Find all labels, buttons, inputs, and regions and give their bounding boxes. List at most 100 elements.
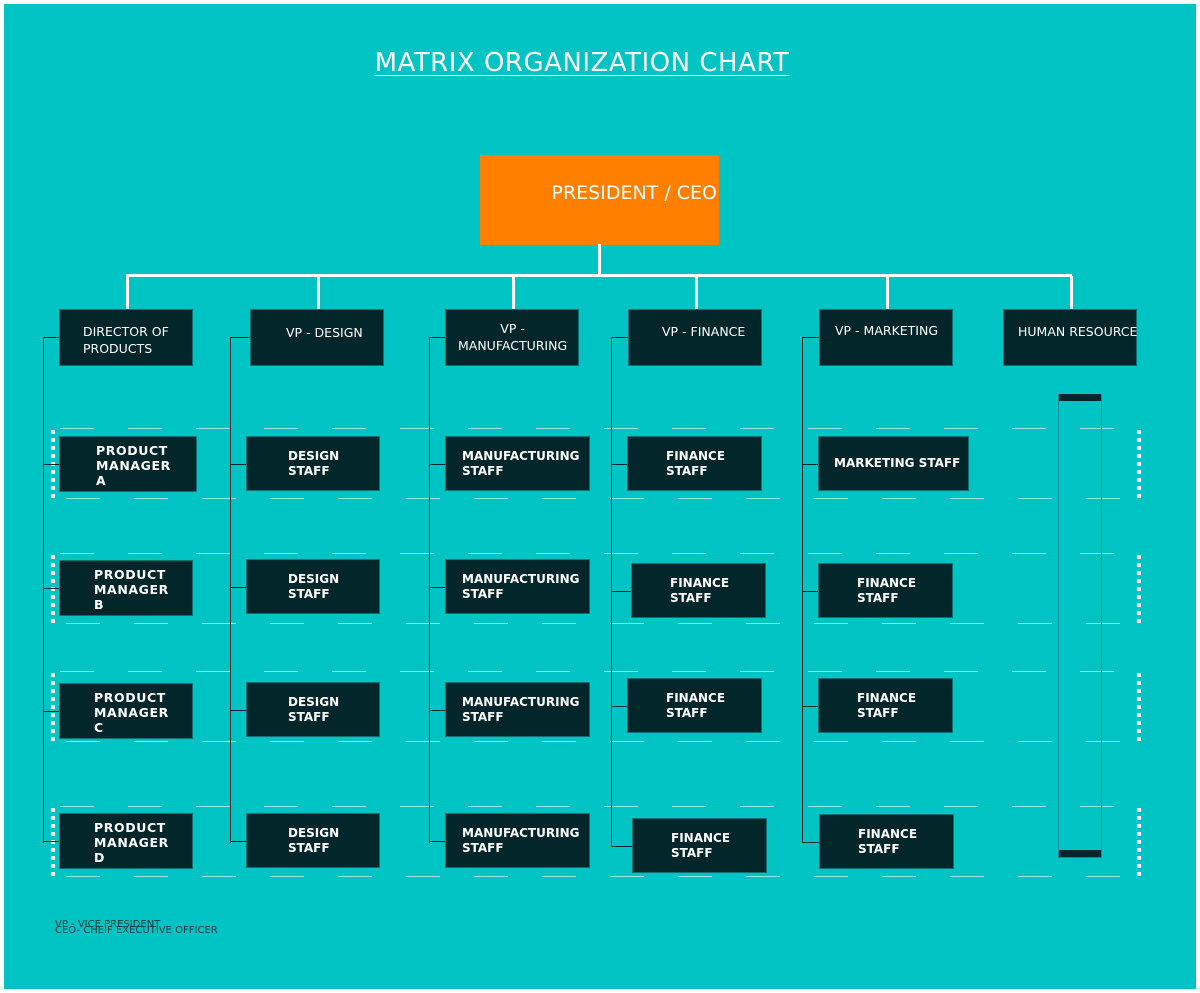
staff-box[interactable]: PRODUCT MANAGER D [59, 813, 193, 869]
dept-box[interactable]: VP - MARKETING [819, 309, 953, 366]
row-frame-right-dots [1137, 555, 1141, 623]
dept-box[interactable]: VP - DESIGN [250, 309, 384, 366]
staff-box[interactable]: FINANCE STAFF [632, 818, 767, 873]
staff-label: MANUFACTURING STAFF [462, 572, 580, 601]
spine-to-box [43, 588, 59, 589]
staff-box[interactable]: DESIGN STAFF [246, 682, 380, 737]
connector-dept-drop [512, 276, 515, 310]
spine-to-box [230, 587, 246, 588]
spine-to-box [611, 706, 627, 707]
staff-box[interactable]: FINANCE STAFF [627, 436, 762, 491]
staff-label: FINANCE STAFF [858, 827, 918, 856]
hr-container-top-cap [1059, 394, 1101, 401]
staff-box[interactable]: FINANCE STAFF [631, 563, 766, 618]
row-frame-bottom [66, 741, 1140, 742]
dept-box[interactable]: VP - FINANCE [628, 309, 762, 366]
staff-label: FINANCE STAFF [666, 449, 726, 478]
dept-label: VP - DESIGN [286, 325, 363, 340]
dept-box[interactable]: DIRECTOR OF PRODUCTS [59, 309, 193, 366]
staff-box[interactable]: FINANCE STAFF [818, 678, 953, 733]
chart-title: MATRIX ORGANIZATION CHART [374, 48, 790, 78]
ceo-label: PRESIDENT / CEO [551, 182, 718, 204]
connector-ceo-stem [598, 244, 601, 275]
staff-label: DESIGN STAFF [288, 826, 340, 855]
staff-label: PRODUCT MANAGER D [94, 820, 169, 865]
staff-box[interactable]: DESIGN STAFF [246, 559, 380, 614]
row-frame-top [60, 671, 1140, 672]
column-spine [43, 337, 44, 843]
staff-box[interactable]: MANUFACTURING STAFF [445, 436, 590, 491]
row-frame-right-dots [1137, 430, 1141, 498]
staff-label: PRODUCT MANAGER C [94, 690, 169, 735]
staff-box[interactable]: FINANCE STAFF [818, 563, 953, 618]
staff-box[interactable]: MARKETING STAFF [818, 436, 969, 491]
staff-label: MANUFACTURING STAFF [462, 826, 580, 855]
staff-label: PRODUCT MANAGER A [96, 443, 171, 488]
staff-box[interactable]: MANUFACTURING STAFF [445, 813, 590, 868]
staff-label: MANUFACTURING STAFF [462, 449, 580, 478]
staff-label: MANUFACTURING STAFF [462, 695, 580, 724]
dept-box[interactable]: HUMAN RESOURCE [1003, 309, 1137, 366]
staff-label: FINANCE STAFF [670, 576, 730, 605]
staff-box[interactable]: PRODUCT MANAGER B [59, 560, 193, 616]
spine-to-head [611, 337, 628, 338]
spine-to-box [429, 587, 445, 588]
spine-to-box [230, 841, 246, 842]
column-spine [429, 337, 430, 843]
row-frame-bottom [66, 498, 1140, 499]
spine-to-box [43, 464, 59, 465]
spine-to-box [230, 710, 246, 711]
hr-container-bottom-cap [1059, 850, 1101, 857]
row-frame-top [60, 806, 1140, 807]
legend-ceo: CEO- CHEIF EXECUTIVE OFFICER [55, 925, 218, 936]
row-frame-left-dots [51, 555, 55, 623]
spine-to-box [802, 842, 819, 843]
staff-label: FINANCE STAFF [857, 576, 917, 605]
dept-label: VP - MARKETING [835, 323, 939, 338]
spine-to-head [230, 337, 250, 338]
staff-box[interactable]: FINANCE STAFF [819, 814, 954, 869]
connector-dept-drop [126, 276, 129, 310]
staff-label: FINANCE STAFF [666, 691, 726, 720]
connector-dept-drop [886, 276, 889, 310]
row-frame-left-dots [51, 673, 55, 741]
staff-label: PRODUCT MANAGER B [94, 567, 169, 612]
connector-dept-drop [317, 276, 320, 310]
dept-label: VP - MANUFACTURING [458, 321, 568, 353]
spine-to-head [802, 337, 819, 338]
dept-label: VP - FINANCE [662, 324, 746, 339]
dept-box[interactable]: VP - MANUFACTURING [445, 309, 579, 366]
spine-to-box [611, 846, 632, 847]
spine-to-box [802, 464, 818, 465]
spine-to-box [429, 841, 445, 842]
staff-box[interactable]: MANUFACTURING STAFF [445, 682, 590, 737]
row-frame-right-dots [1137, 673, 1141, 741]
column-spine [802, 337, 803, 843]
staff-label: MARKETING STAFF [834, 456, 961, 470]
chart-canvas: MATRIX ORGANIZATION CHART PRESIDENT / CE… [4, 4, 1196, 989]
staff-box[interactable]: PRODUCT MANAGER C [59, 683, 193, 739]
staff-box[interactable]: PRODUCT MANAGER A [59, 436, 197, 492]
staff-box[interactable]: DESIGN STAFF [246, 436, 380, 491]
row-frame-bottom [66, 623, 1140, 624]
spine-to-box [230, 464, 246, 465]
staff-box[interactable]: MANUFACTURING STAFF [445, 559, 590, 614]
spine-to-box [802, 591, 818, 592]
row-frame-right-dots [1137, 808, 1141, 876]
spine-to-box [611, 464, 627, 465]
staff-label: DESIGN STAFF [288, 572, 340, 601]
row-frame-left-dots [51, 808, 55, 876]
row-frame-bottom [66, 876, 1140, 877]
connector-top-bar [126, 274, 1072, 277]
ceo-box[interactable]: PRESIDENT / CEO [480, 155, 719, 245]
column-spine [230, 337, 231, 843]
row-frame-top [60, 553, 1140, 554]
staff-box[interactable]: FINANCE STAFF [627, 678, 762, 733]
staff-label: FINANCE STAFF [857, 691, 917, 720]
spine-to-box [429, 464, 445, 465]
spine-to-head [43, 337, 59, 338]
staff-box[interactable]: DESIGN STAFF [246, 813, 380, 868]
hr-container [1058, 394, 1102, 858]
staff-label: DESIGN STAFF [288, 695, 340, 724]
connector-dept-drop [1070, 276, 1073, 310]
